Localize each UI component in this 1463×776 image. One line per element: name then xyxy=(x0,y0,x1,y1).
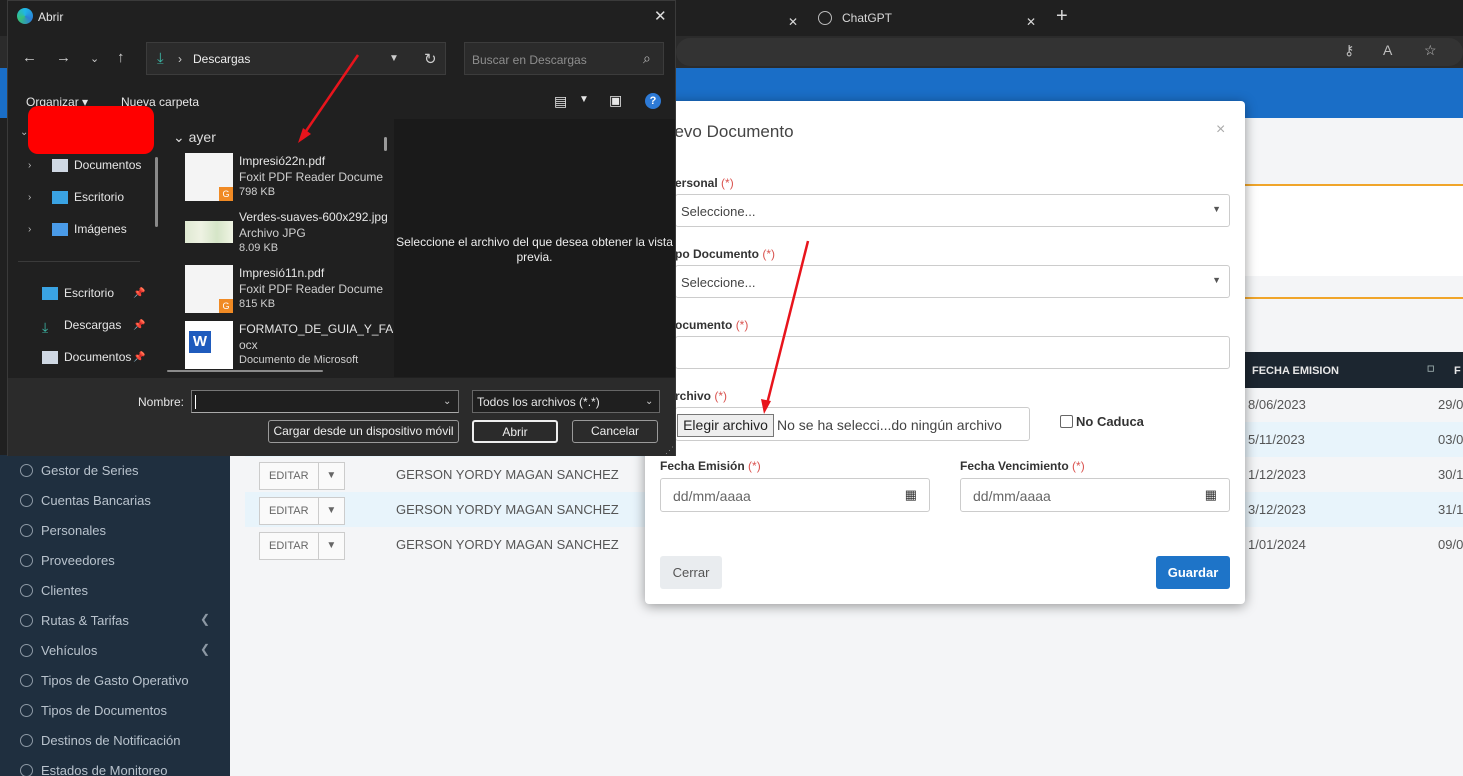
screenshot-root: ✕ ChatGPT ✕ + ⚷ A ☆ FECHA EMISION ◻ F 8/… xyxy=(0,0,1463,776)
arrow-head xyxy=(761,399,771,414)
annotation-arrows xyxy=(298,54,810,414)
arrow-line xyxy=(300,54,360,138)
arrow-head xyxy=(298,128,311,143)
arrow-line xyxy=(764,240,810,409)
